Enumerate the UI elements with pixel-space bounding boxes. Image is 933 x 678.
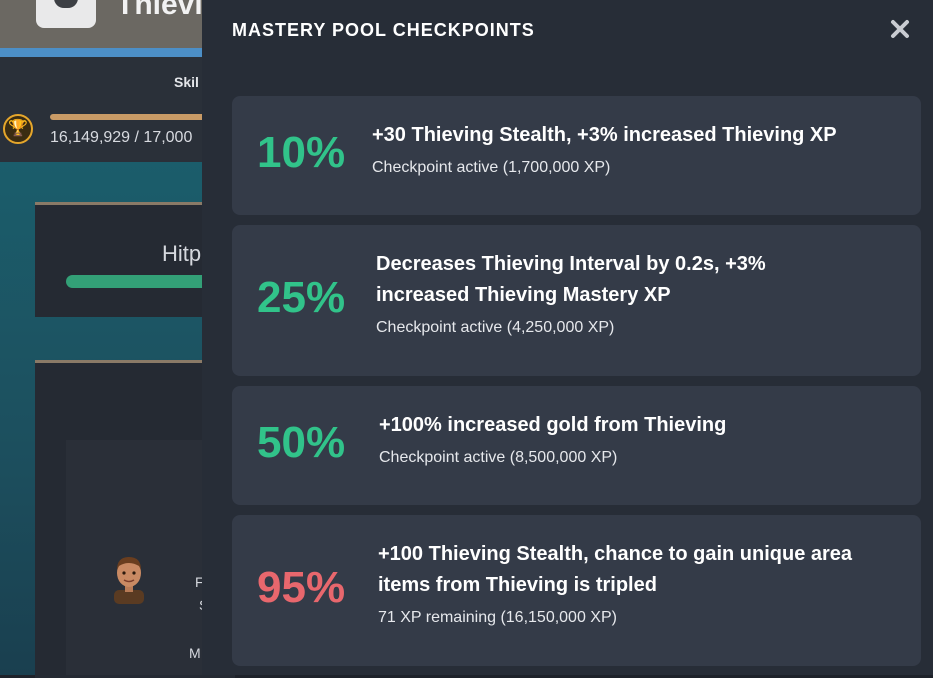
checkpoint-card-95: 95% +100 Thieving Stealth, chance to gai… bbox=[232, 515, 921, 666]
checkpoint-description: Decreases Thieving Interval by 0.2s, +3%… bbox=[376, 253, 766, 306]
checkpoint-status: Checkpoint active (1,700,000 XP) bbox=[372, 159, 611, 176]
thieving-skill-icon bbox=[36, 0, 96, 28]
checkpoint-percent: 50% bbox=[257, 418, 346, 467]
checkpoint-card-10: 10% +30 Thieving Stealth, +3% increased … bbox=[232, 96, 921, 215]
checkpoint-description: +30 Thieving Stealth, +3% increased Thie… bbox=[372, 124, 837, 146]
close-icon[interactable] bbox=[888, 17, 912, 41]
checkpoint-card-50: 50% +100% increased gold from Thieving C… bbox=[232, 386, 921, 505]
checkpoint-percent: 10% bbox=[257, 128, 346, 177]
modal-title: MASTERY POOL CHECKPOINTS bbox=[232, 20, 535, 40]
checkpoint-status: 71 XP remaining (16,150,000 XP) bbox=[378, 609, 617, 626]
skill-xp-label: Skil bbox=[174, 74, 199, 90]
npc-portrait-icon[interactable] bbox=[108, 552, 150, 604]
checkpoint-percent: 95% bbox=[257, 563, 346, 612]
mastery-xp-text: 16,149,929 / 17,000 bbox=[50, 129, 193, 146]
checkpoint-status: Checkpoint active (4,250,000 XP) bbox=[376, 319, 615, 336]
checkpoint-description: +100 Thieving Stealth, chance to gain un… bbox=[378, 543, 853, 596]
skill-title: Thievi bbox=[116, 0, 203, 21]
mastery-pool-checkpoints-modal: MASTERY POOL CHECKPOINTS 10% +30 Thievin… bbox=[202, 0, 933, 675]
checkpoint-percent: 25% bbox=[257, 273, 346, 322]
hitpoints-label: Hitp bbox=[162, 241, 202, 266]
npc-info-letter: M bbox=[189, 645, 201, 661]
checkpoint-card-25: 25% Decreases Thieving Interval by 0.2s,… bbox=[232, 225, 921, 376]
checkpoint-status: Checkpoint active (8,500,000 XP) bbox=[379, 449, 618, 466]
checkpoint-description: +100% increased gold from Thieving bbox=[379, 414, 727, 436]
trophy-icon: 🏆 bbox=[3, 114, 33, 144]
